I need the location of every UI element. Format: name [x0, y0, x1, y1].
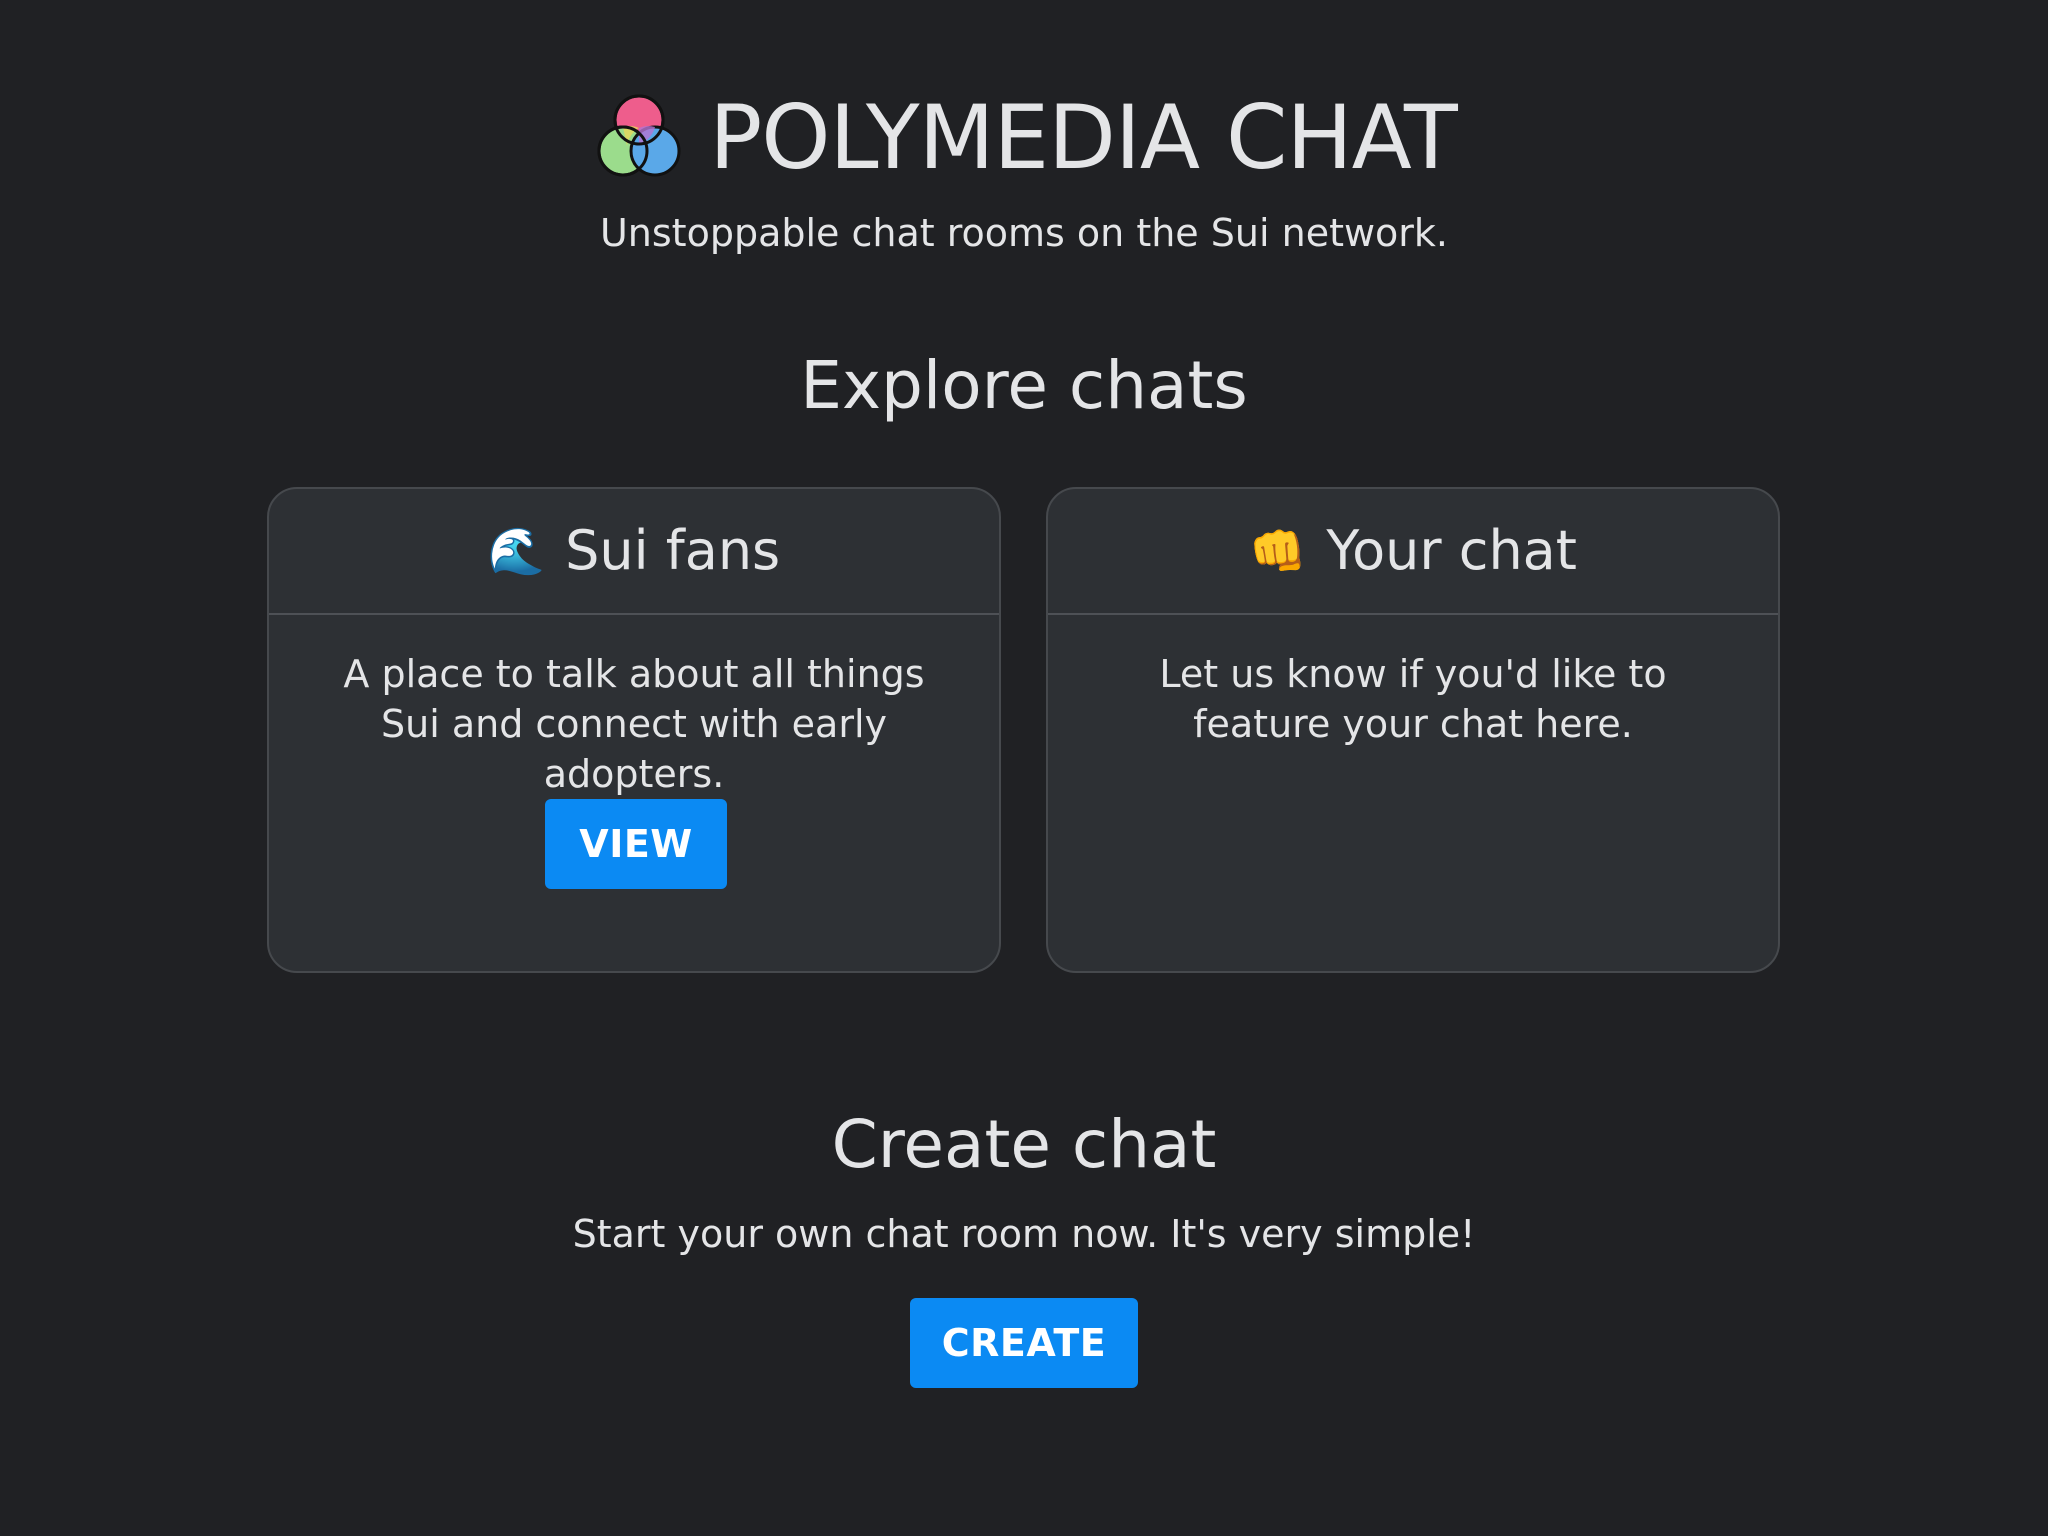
card-title: Your chat: [1326, 519, 1577, 582]
card-title: Sui fans: [565, 519, 781, 582]
card-body: A place to talk about all things Sui and…: [269, 615, 999, 799]
card-header: 👊 Your chat: [1048, 489, 1778, 615]
chat-card-your-chat: 👊 Your chat Let us know if you'd like to…: [1046, 487, 1780, 973]
chat-card-sui-fans: 🌊 Sui fans A place to talk about all thi…: [267, 487, 1001, 973]
create-chat-heading: Create chat: [831, 1106, 1217, 1183]
card-header: 🌊 Sui fans: [269, 489, 999, 615]
create-button[interactable]: CREATE: [910, 1298, 1138, 1388]
app-title: POLYMEDIA CHAT: [709, 86, 1458, 189]
page: POLYMEDIA CHAT Unstoppable chat rooms on…: [0, 0, 2048, 1536]
explore-chats-heading: Explore chats: [800, 347, 1248, 424]
wave-icon: 🌊: [487, 524, 546, 578]
create-chat-description: Start your own chat room now. It's very …: [572, 1212, 1476, 1256]
card-body: Let us know if you'd like to feature you…: [1048, 615, 1778, 749]
card-description: A place to talk about all things Sui and…: [343, 652, 925, 796]
card-description: Let us know if you'd like to feature you…: [1159, 652, 1667, 746]
polymedia-logo-icon: [597, 94, 681, 177]
view-button[interactable]: VIEW: [545, 799, 727, 889]
tagline: Unstoppable chat rooms on the Sui networ…: [599, 211, 1449, 255]
brand-header: POLYMEDIA CHAT: [0, 90, 2048, 186]
fist-icon: 👊: [1249, 524, 1307, 578]
